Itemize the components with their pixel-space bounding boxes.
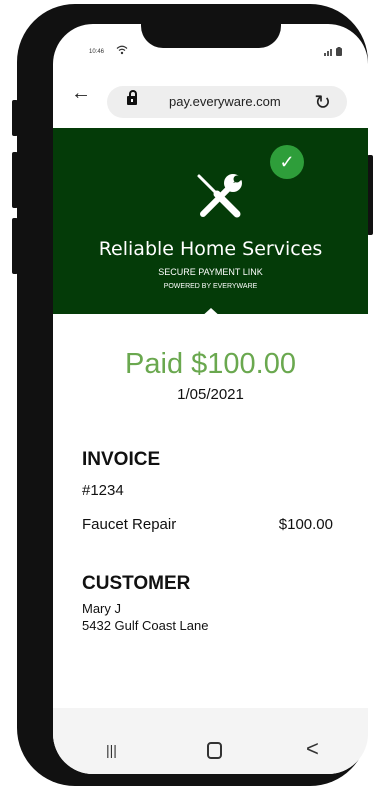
status-time: 10:46 [89,49,105,55]
nav-back-button[interactable]: < [306,736,319,762]
recent-apps-button[interactable]: ||| [106,742,117,758]
url-text: pay.everyware.com [169,94,281,109]
screen: 10:46 ← pay.everyware.com ↻ ✓ Reliable H… [53,24,368,774]
lock-icon [127,90,137,105]
invoice-number: #1234 [82,482,124,499]
header-pointer [200,308,222,318]
url-bar[interactable]: pay.everyware.com ↻ [107,86,347,118]
wifi-icon [116,45,128,58]
battery-icon [336,47,342,56]
status-right [323,47,342,58]
customer-address: 5432 Gulf Coast Lane [82,618,209,633]
payment-date: 1/05/2021 [177,386,244,403]
tools-icon [197,174,245,218]
powered-by-label: POWERED BY EVERYWARE [163,283,258,290]
system-nav-bar: ||| < [53,708,368,774]
phone-frame: 10:46 ← pay.everyware.com ↻ ✓ Reliable H… [17,4,368,786]
browser-toolbar: ← pay.everyware.com ↻ [53,74,368,124]
business-header: ✓ Reliable Home Services SECURE PAYMENT … [53,128,368,318]
line-item-name: Faucet Repair [82,516,177,533]
line-item-amount: $100.00 [278,516,333,533]
payment-status: Paid $100.00 [125,348,296,380]
customer-name: Mary J [82,601,121,616]
invoice-title: INVOICE [82,449,161,470]
browser-back-button[interactable]: ← [71,82,91,105]
customer-title: CUSTOMER [82,573,191,594]
notch [141,24,281,48]
signal-icon [323,49,332,56]
check-icon: ✓ [270,145,304,179]
home-button[interactable] [207,742,222,759]
secure-payment-link-label: SECURE PAYMENT LINK [158,267,263,277]
reload-button[interactable]: ↻ [314,90,331,115]
business-name: Reliable Home Services [98,238,323,260]
